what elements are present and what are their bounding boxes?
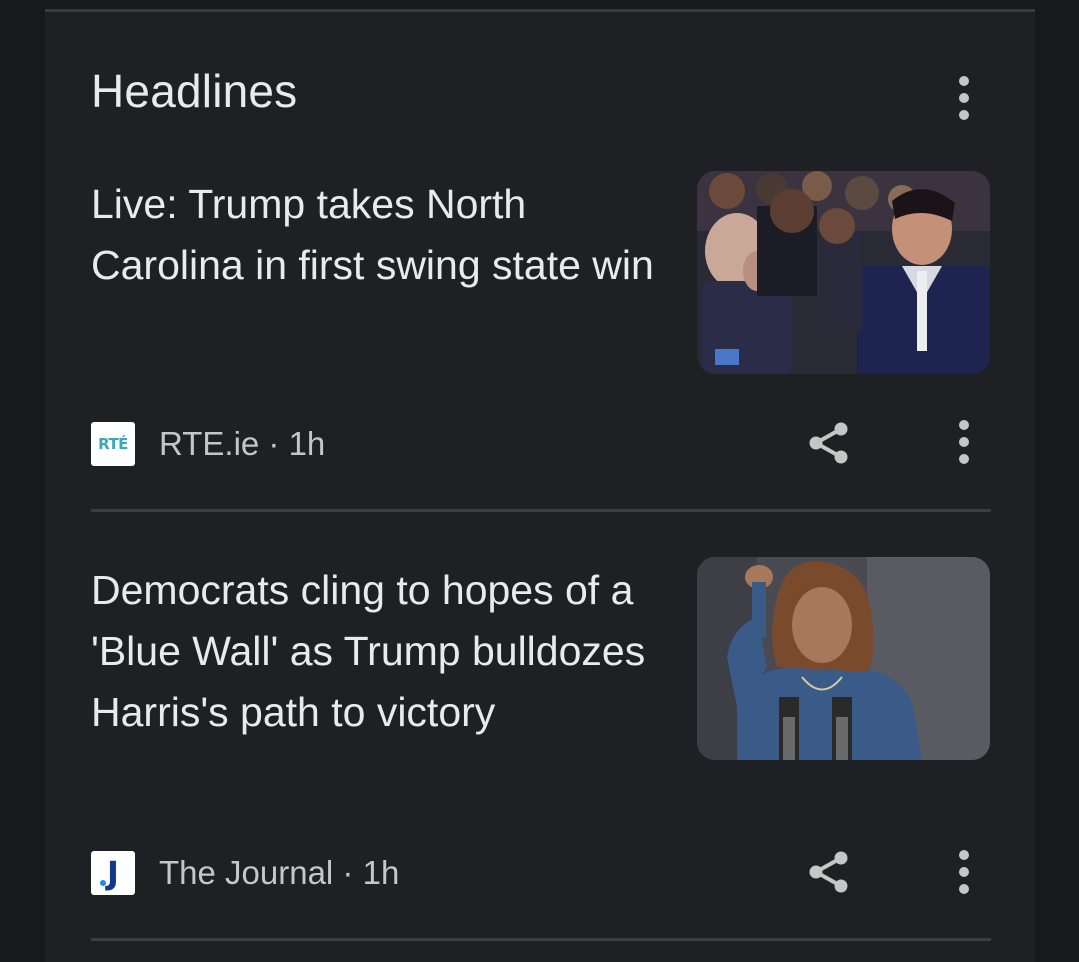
article-thumbnail-1[interactable] [697,171,990,374]
article-divider [91,938,991,941]
rte-favicon-icon: RTÉ [91,422,135,466]
section-title: Headlines [91,65,298,117]
article-divider [91,509,991,512]
article-source-1: RTE.ie · 1h [159,425,326,462]
speaker-photo-image [697,557,990,760]
section-more-options-icon[interactable] [944,68,984,128]
the-journal-favicon-icon: J [91,851,135,895]
headlines-card: Headlines Live: Trump takes North Caroli… [45,9,1035,962]
article-source-row-2: J The Journal · 1h [91,848,399,898]
article-more-options-icon[interactable] [944,842,984,902]
article-headline-2[interactable]: Democrats cling to hopes of a 'Blue Wall… [91,560,661,743]
article-headline-1[interactable]: Live: Trump takes North Carolina in firs… [91,174,661,296]
crowd-photo-image [697,171,990,374]
article-thumbnail-2[interactable] [697,557,990,760]
article-source-row-1: RTÉ RTE.ie · 1h [91,419,325,469]
share-icon[interactable] [801,844,857,900]
article-source-2: The Journal · 1h [159,854,400,891]
article-more-options-icon[interactable] [944,412,984,472]
share-icon[interactable] [801,415,857,471]
